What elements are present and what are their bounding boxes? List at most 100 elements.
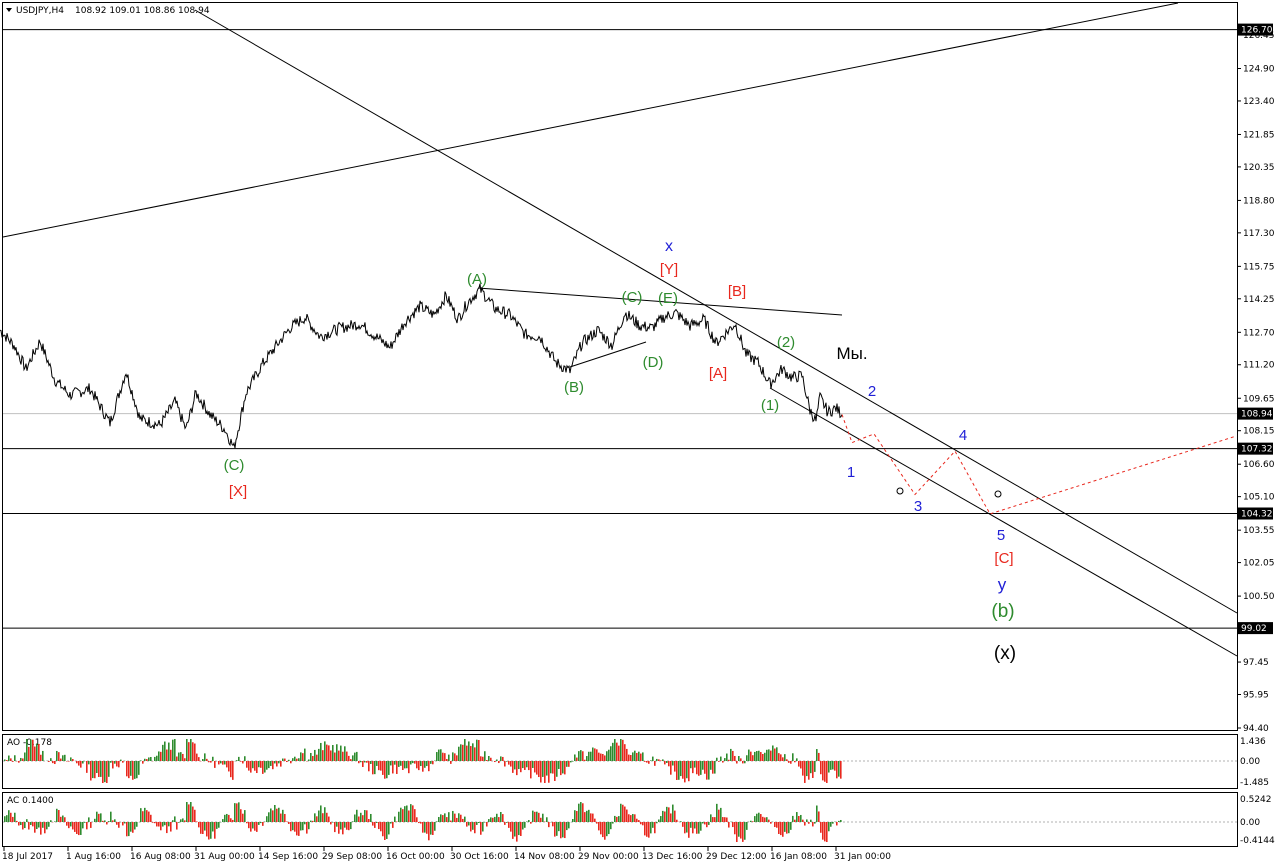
histogram-bar — [748, 749, 750, 761]
histogram-bar — [162, 744, 164, 761]
histogram-bar — [50, 820, 52, 822]
histogram-bar — [220, 761, 222, 764]
time-tick-label: 30 Oct 16:00 — [450, 852, 509, 862]
histogram-bar — [300, 822, 302, 831]
histogram-bar — [518, 761, 520, 770]
histogram-bar — [186, 739, 188, 761]
histogram-bar — [136, 822, 138, 827]
histogram-bar — [338, 750, 340, 761]
histogram-bar — [514, 761, 516, 770]
price-tick-label: 123.40 — [1243, 97, 1275, 107]
histogram-bar — [192, 806, 194, 822]
histogram-bar — [252, 761, 254, 769]
histogram-bar — [62, 815, 64, 822]
histogram-bar — [258, 761, 260, 768]
histogram-bar — [268, 761, 270, 769]
histogram-bar — [40, 822, 42, 835]
histogram-bar — [288, 759, 290, 761]
histogram-bar — [64, 817, 66, 822]
histogram-bar — [564, 761, 566, 775]
histogram-bar — [338, 822, 340, 834]
histogram-bar — [258, 822, 260, 825]
histogram-bar — [408, 761, 410, 774]
histogram-bar — [314, 813, 316, 822]
histogram-bar — [798, 761, 800, 767]
histogram-bar — [554, 761, 556, 781]
histogram-bar — [390, 822, 392, 824]
histogram-bar — [350, 822, 352, 830]
histogram-bar — [556, 822, 558, 836]
histogram-bar — [210, 822, 212, 839]
histogram-bar — [90, 761, 92, 781]
histogram-bar — [266, 816, 268, 822]
histogram-bar — [756, 751, 758, 761]
histogram-bar — [522, 761, 524, 769]
histogram-bar — [352, 821, 354, 822]
price-tick-label: 108.15 — [1243, 427, 1275, 437]
histogram-bar — [442, 752, 444, 761]
histogram-bar — [734, 755, 736, 761]
histogram-bar — [394, 761, 396, 765]
histogram-bar — [298, 758, 300, 761]
histogram-bar — [752, 755, 754, 761]
histogram-bar — [10, 758, 12, 761]
main-pane[interactable] — [2, 2, 1238, 731]
histogram-bar — [668, 807, 670, 822]
histogram-bar — [680, 821, 682, 822]
histogram-bar — [630, 815, 632, 822]
histogram-bar — [494, 761, 496, 763]
histogram-bar — [452, 752, 454, 761]
histogram-bar — [470, 822, 472, 832]
histogram-bar — [670, 761, 672, 775]
histogram-bar — [442, 815, 444, 822]
histogram-bar — [706, 761, 708, 780]
histogram-bar — [38, 743, 40, 761]
histogram-bar — [620, 739, 622, 761]
histogram-bar — [206, 822, 208, 837]
histogram-bar — [318, 748, 320, 761]
histogram-bar — [806, 819, 808, 822]
histogram-bar — [714, 817, 716, 822]
histogram-bar — [210, 761, 212, 763]
histogram-bar — [650, 760, 652, 761]
histogram-bar — [152, 822, 154, 823]
histogram-bar — [476, 822, 478, 825]
histogram-bar — [236, 803, 238, 822]
histogram-bar — [712, 761, 714, 774]
wave-label: 2 — [868, 383, 876, 400]
histogram-bar — [664, 811, 666, 822]
wave-label: (1) — [761, 397, 779, 414]
histogram-bar — [632, 752, 634, 761]
histogram-bar — [30, 822, 32, 825]
histogram-bar — [6, 815, 8, 822]
histogram-bar — [654, 761, 656, 766]
histogram-bar — [246, 822, 248, 824]
histogram-bar — [20, 822, 22, 826]
histogram-bar — [354, 752, 356, 761]
histogram-bar — [286, 761, 288, 763]
histogram-bar — [706, 822, 708, 828]
histogram-bar — [726, 753, 728, 761]
histogram-bar — [290, 761, 292, 764]
histogram-bar — [198, 757, 200, 761]
histogram-bar — [336, 744, 338, 761]
histogram-bar — [70, 757, 72, 761]
histogram-bar — [154, 756, 156, 761]
histogram-bar — [746, 755, 748, 761]
histogram-bar — [378, 822, 380, 830]
histogram-bar — [786, 822, 788, 834]
chart-canvas[interactable]: USDJPY,H4 108.92 109.01 108.86 108.94 12… — [0, 0, 1276, 866]
histogram-bar — [628, 814, 630, 822]
histogram-bar — [204, 822, 206, 831]
histogram-bar — [766, 817, 768, 822]
price-tick-label: 114.25 — [1243, 295, 1275, 305]
histogram-bar — [664, 761, 666, 765]
histogram-bar — [408, 810, 410, 822]
histogram-bar — [312, 755, 314, 761]
histogram-bar — [330, 750, 332, 761]
histogram-bar — [162, 822, 164, 827]
histogram-bar — [148, 811, 150, 822]
histogram-bar — [96, 761, 98, 774]
histogram-bar — [726, 817, 728, 822]
histogram-bar — [106, 822, 108, 825]
